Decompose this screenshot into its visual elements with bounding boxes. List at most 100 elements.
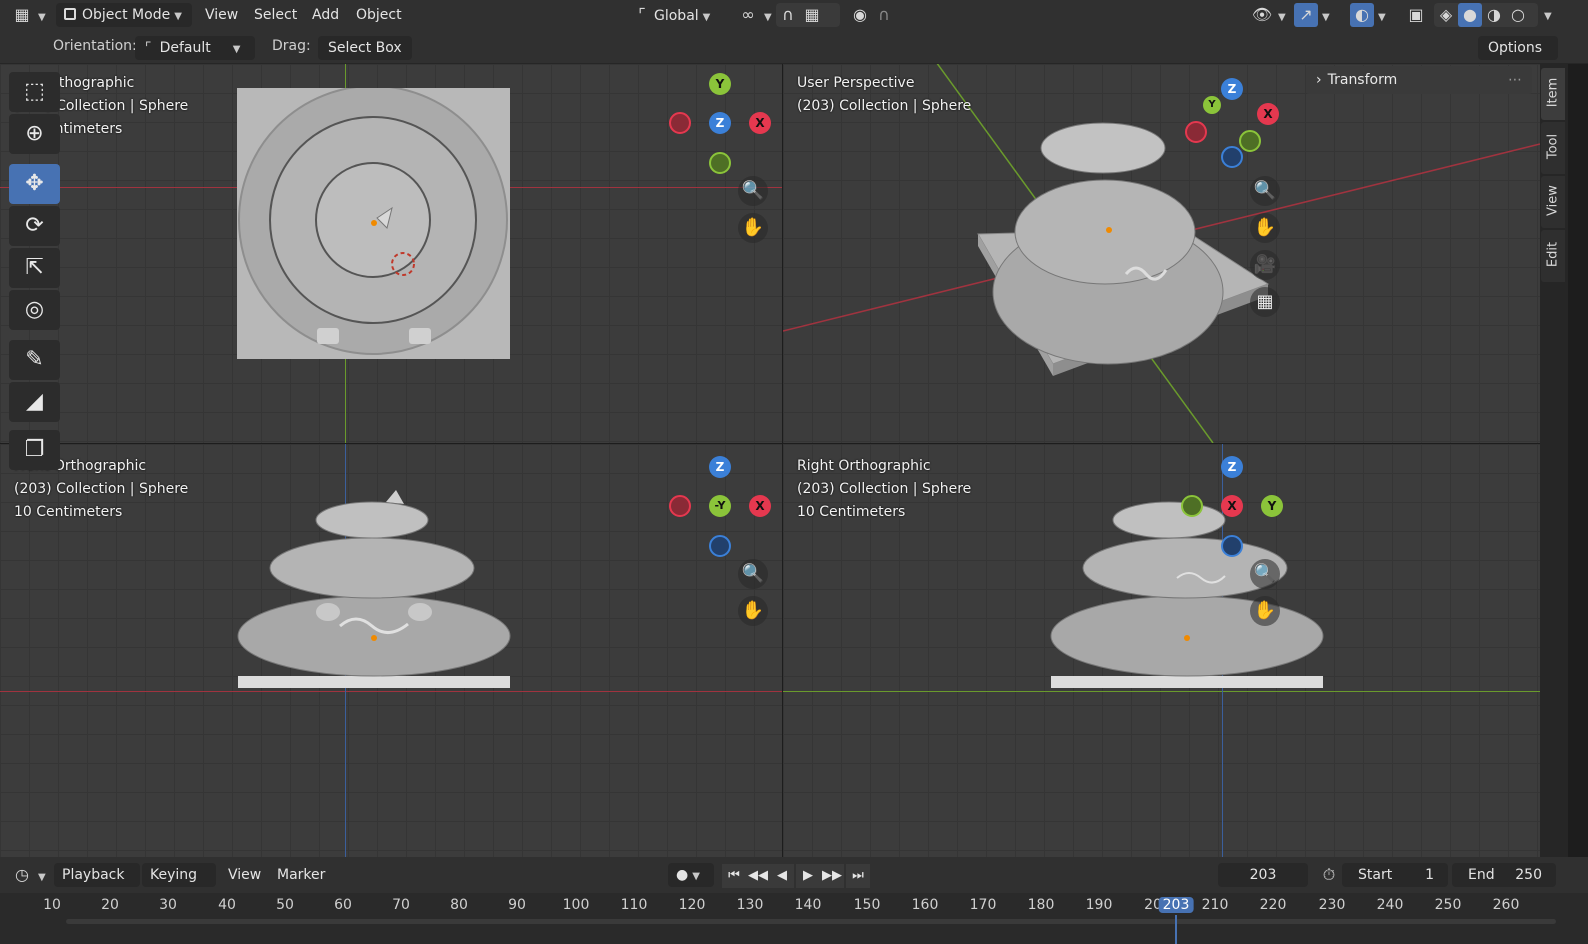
prev-keyframe-icon[interactable]: ◀◀ [746, 864, 770, 888]
pan-hand-icon[interactable]: ✋ [1250, 596, 1280, 626]
timeline-scrollbar[interactable] [66, 919, 1556, 924]
measure-tool-icon[interactable]: ◢ [9, 382, 60, 422]
xray-icon: ▣ [1408, 5, 1424, 24]
wireframe-shading-icon[interactable]: ◈ [1434, 3, 1458, 27]
gizmo-neg-x-axis[interactable] [1185, 121, 1207, 143]
menu-marker[interactable]: Marker [277, 863, 325, 887]
start-frame-field[interactable]: Start 1 [1342, 863, 1448, 887]
select-box-tool-icon[interactable]: ⬚ [9, 72, 60, 112]
rotate-tool-icon[interactable]: ⟳ [9, 206, 60, 246]
frame-tick: 160 [911, 897, 939, 913]
gizmo-x-axis[interactable]: X [749, 495, 771, 517]
editor-type-button[interactable]: ▦ ▼ [10, 3, 45, 27]
tab-tool[interactable]: Tool [1541, 122, 1565, 174]
zoom-icon[interactable]: 🔍 [1250, 176, 1280, 206]
zoom-icon[interactable]: 🔍 [738, 559, 768, 589]
gizmo-toggle[interactable]: ↗ ▼ [1294, 3, 1330, 27]
gizmo-neg-y-axis[interactable] [709, 152, 731, 174]
gizmo-z-axis[interactable]: Z [709, 456, 731, 478]
gizmo-neg-y-axis[interactable] [1239, 130, 1261, 152]
options-dropdown[interactable]: Options▼ [1478, 36, 1558, 79]
orientation-dropdown[interactable]: ⌜ Default ▼ [135, 36, 255, 60]
proportional-edit-toggle[interactable]: ◉ ∩ [848, 3, 896, 27]
jump-start-icon[interactable]: ⏮ [722, 864, 746, 888]
gizmo-z-axis[interactable]: Z [709, 112, 731, 134]
gizmo-y-axis[interactable]: Y [1203, 96, 1221, 114]
transform-label: Transform [1327, 72, 1398, 88]
gizmo-neg-y-axis[interactable]: -Y [709, 495, 731, 517]
menu-timeline-view[interactable]: View [228, 863, 261, 887]
transform-panel-header[interactable]: › Transform ⋯ [1306, 66, 1532, 94]
frame-tick: 150 [853, 897, 881, 913]
transform-tool-icon[interactable]: ◎ [9, 290, 60, 330]
gizmo-x-axis[interactable]: X [1221, 495, 1243, 517]
tab-edit[interactable]: Edit [1541, 230, 1565, 282]
menu-add[interactable]: Add [312, 3, 339, 27]
jump-end-icon[interactable]: ⏭ [846, 864, 870, 888]
cursor-tool-icon[interactable]: ⊕ [9, 114, 60, 154]
gizmo-neg-y-axis[interactable] [1181, 495, 1203, 517]
gizmo-x-axis[interactable]: X [749, 112, 771, 134]
shading-options-dropdown[interactable]: ▼ [1540, 3, 1552, 27]
play-icon[interactable]: ▶ [796, 864, 820, 888]
scale-tool-icon[interactable]: ⇱ [9, 248, 60, 288]
viewport-top-ortho[interactable]: Top Orthographic (203) Collection | Sphe… [0, 64, 782, 443]
perspective-toggle-icon[interactable]: ▦ [1250, 287, 1280, 317]
menu-keying[interactable]: Keying▼ [142, 863, 216, 906]
mode-dropdown[interactable]: Object Mode ▼ [56, 3, 192, 27]
playhead-frame[interactable]: 203 [1158, 897, 1194, 913]
transform-orientation-dropdown[interactable]: ⌜ Global ▼ [630, 3, 710, 27]
viewport-front-ortho[interactable]: Front Orthographic (203) Collection | Sp… [0, 444, 782, 857]
gizmo-y-axis[interactable]: Y [1261, 495, 1283, 517]
preview-range-toggle[interactable]: ⏱ [1317, 863, 1341, 887]
gizmo-x-axis[interactable]: X [1257, 103, 1279, 125]
menu-select[interactable]: Select [254, 3, 297, 27]
menu-object[interactable]: Object [356, 3, 402, 27]
zoom-icon[interactable]: 🔍 [1250, 559, 1280, 589]
tab-item[interactable]: Item [1541, 68, 1565, 120]
visibility-dropdown[interactable]: 👁 ▼ [1250, 3, 1286, 27]
material-shading-icon[interactable]: ◑ [1482, 3, 1506, 27]
pivot-point-dropdown[interactable]: ∞ ▼ [736, 3, 771, 27]
camera-view-icon[interactable]: 🎥 [1250, 250, 1280, 280]
add-cube-tool-icon[interactable]: ❐ [9, 430, 60, 470]
xray-toggle[interactable]: ▣ [1404, 3, 1428, 27]
gizmo-neg-z-axis[interactable] [1221, 535, 1243, 557]
pan-hand-icon[interactable]: ✋ [1250, 213, 1280, 243]
solid-shading-icon[interactable]: ● [1458, 3, 1482, 27]
move-tool-icon[interactable]: ✥ [9, 164, 60, 204]
annotate-tool-icon[interactable]: ✎ [9, 340, 60, 380]
frame-tick: 120 [678, 897, 706, 913]
pan-hand-icon[interactable]: ✋ [738, 213, 768, 243]
frame-tick: 60 [334, 897, 352, 913]
snap-icon[interactable]: ∩ [776, 3, 800, 27]
tab-view[interactable]: View [1541, 176, 1565, 228]
rendered-shading-icon[interactable]: ○ [1506, 3, 1530, 27]
current-frame-field[interactable]: 203 [1218, 863, 1308, 887]
menu-playback[interactable]: Playback▼ [54, 863, 140, 906]
drag-dropdown[interactable]: Select Box▼ [318, 36, 412, 79]
viewport-user-perspective[interactable]: User Perspective (203) Collection | Sphe… [783, 64, 1540, 443]
gizmo-neg-z-axis[interactable] [709, 535, 731, 557]
menu-view[interactable]: View [205, 3, 238, 27]
overlays-toggle[interactable]: ◐ ▼ [1350, 3, 1386, 27]
viewport-right-ortho[interactable]: Right Orthographic (203) Collection | Sp… [783, 444, 1540, 857]
gizmo-y-axis[interactable]: Y [709, 73, 731, 95]
pan-hand-icon[interactable]: ✋ [738, 596, 768, 626]
gizmo-neg-x-axis[interactable] [669, 495, 691, 517]
zoom-icon[interactable]: 🔍 [738, 176, 768, 206]
falloff-icon: ∩ [878, 5, 890, 24]
gizmo-z-axis[interactable]: Z [1221, 456, 1243, 478]
drag-handle-icon[interactable]: ⋯ [1508, 66, 1522, 94]
timeline-ruler[interactable]: 10 20 30 40 50 60 70 80 90 100 110 120 1… [0, 893, 1588, 944]
snap-target-icon[interactable]: ▦ [800, 3, 824, 27]
auto-keying-toggle[interactable]: ● ▼ [668, 863, 714, 887]
shading-group: ◈ ● ◑ ○ [1434, 3, 1538, 27]
gizmo-neg-x-axis[interactable] [669, 112, 691, 134]
play-reverse-icon[interactable]: ◀ [770, 864, 794, 888]
end-frame-field[interactable]: End 250 [1452, 863, 1556, 887]
gizmo-z-axis[interactable]: Z [1221, 78, 1243, 100]
gizmo-neg-z-axis[interactable] [1221, 146, 1243, 168]
next-keyframe-icon[interactable]: ▶▶ [820, 864, 844, 888]
timeline-editor-type[interactable]: ◷ ▼ [10, 863, 46, 887]
